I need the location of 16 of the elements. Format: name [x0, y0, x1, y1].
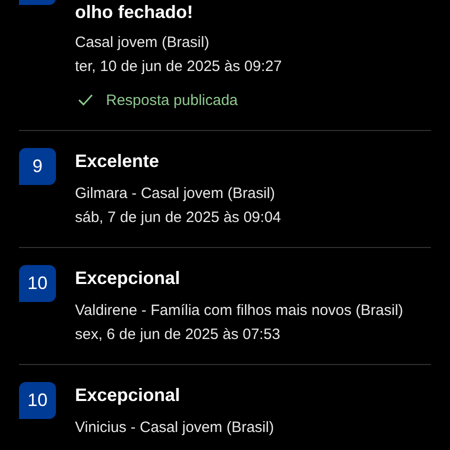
reply-status: Resposta publicada: [106, 92, 238, 108]
score-badge: 9: [19, 148, 56, 185]
score-badge: 10: [19, 382, 56, 419]
check-icon: [78, 94, 93, 106]
review-date: ter, 10 de jun de 2025 às 09:27: [75, 57, 282, 77]
reviewer-info: Vinicius - Casal jovem (Brasil): [75, 418, 274, 438]
reviewer-info: Casal jovem (Brasil): [75, 33, 210, 53]
reviewer-info: Valdirene - Família com filhos mais novos (Brasil): [75, 301, 404, 321]
score-badge: 10: [19, 265, 56, 302]
reviewer-info: Gilmara - Casal jovem (Brasil): [75, 184, 276, 204]
review-date: sex, 6 de jun de 2025 às 07:53: [75, 325, 282, 345]
review-title: Excelente: [75, 150, 160, 173]
review-title: olho fechado!: [75, 1, 194, 24]
review-date: sáb, 7 de jun de 2025 às 09:04: [75, 208, 282, 228]
review-title: Excepcional: [75, 384, 182, 407]
review-title: Excepcional: [75, 267, 182, 290]
